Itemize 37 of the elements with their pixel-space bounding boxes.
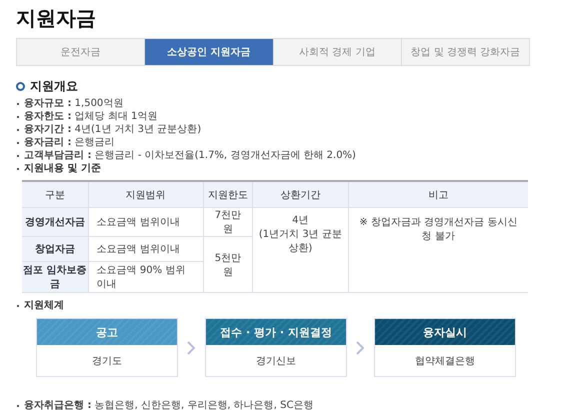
table-cell: 소요금액 범위이내 <box>88 236 204 262</box>
table-cell: 7천만원 <box>203 208 253 236</box>
step-title: 접수 · 평가 · 지원결정 <box>206 319 346 345</box>
chevron-icon <box>187 340 196 354</box>
step-title: 융자실시 <box>375 319 515 345</box>
table-cell: 경영개선자금 <box>22 208 88 236</box>
flow-heading: 지원체계 <box>16 299 564 312</box>
table-cell-text: (1년거치 3년 균분상환) <box>258 228 343 256</box>
column-header: 구분 <box>22 181 88 208</box>
tab[interactable]: 소상공인 지원자금 <box>145 39 274 65</box>
overview-item: 고객부담금리 : 은행금리 - 이차보전율(1.7%, 경영개선자금에 한해 2.0%) <box>16 149 564 162</box>
table-heading: 지원내용 및 기준 <box>16 162 564 175</box>
step-body: 경기신보 <box>255 354 297 368</box>
tab[interactable]: 창업 및 경쟁력 강화자금 <box>402 39 529 65</box>
page-title: 지원자금 <box>16 6 97 30</box>
table-cell: 점포 임차보증금 <box>22 262 88 292</box>
column-header: 지원한도 <box>203 181 253 208</box>
note-text: ※ 창업자금과 경영개선자금 동시신청 불가 <box>358 216 518 244</box>
overview-item: 융자규모 : 1,500억원 <box>16 97 564 110</box>
overview-item: 융자기간 : 4년(1년 거치 3년 균분상환) <box>16 123 564 136</box>
column-header: 상환기간 <box>252 181 348 208</box>
section-title: 지원개요 <box>30 78 78 95</box>
table-cell-text: 4년 <box>291 214 310 228</box>
chevron-icon <box>356 340 365 354</box>
column-header: 비고 <box>348 181 528 208</box>
step-body: 협약체결은행 <box>414 354 476 368</box>
ring-icon <box>16 82 25 91</box>
banks-text: 융자취급은행 : 농협은행, 신한은행, 우리은행, 하나은행, SC은행 <box>16 399 564 410</box>
step-body: 경기도 <box>91 354 123 368</box>
tab[interactable]: 사회적 경제 기업 <box>274 39 402 65</box>
step-title: 공고 <box>37 319 177 345</box>
column-header: 지원범위 <box>88 181 204 208</box>
tab[interactable]: 운전자금 <box>17 39 146 65</box>
table-cell: 창업자금 <box>22 236 88 262</box>
overview-item: 융자금리 : 은행금리 <box>16 136 564 149</box>
table-cell: 소요금액 범위이내 <box>88 208 204 236</box>
overview-item: 융자한도 : 업체당 최대 1억원 <box>16 110 564 123</box>
